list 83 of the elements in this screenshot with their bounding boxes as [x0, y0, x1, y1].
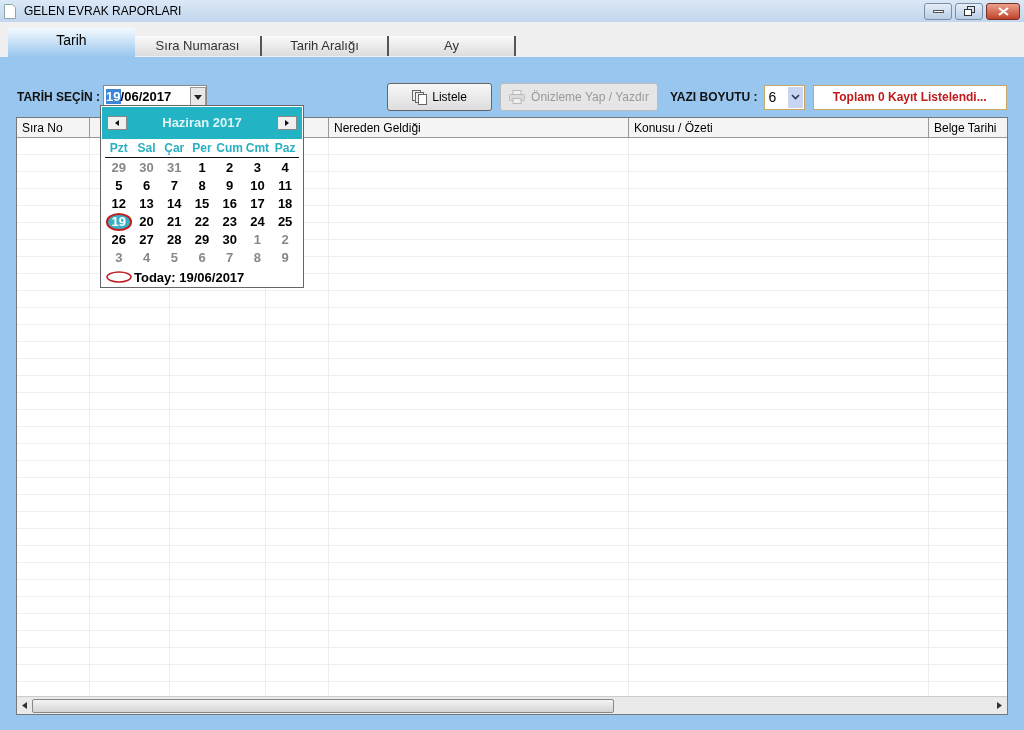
close-icon: [997, 6, 1009, 16]
weekday-label: Paz: [273, 139, 297, 157]
column-header[interactable]: Konusu / Özeti: [629, 118, 929, 137]
right-arrow-icon: [285, 119, 289, 126]
calendar-day[interactable]: 26: [111, 232, 127, 247]
calendar-day[interactable]: 20: [139, 214, 154, 229]
tab[interactable]: Tarih Aralığı: [262, 36, 389, 56]
calendar-day[interactable]: 15: [194, 196, 210, 211]
weekday-label: Pzt: [108, 139, 129, 157]
weekday-label: Per: [191, 139, 213, 157]
weekday-label: Cmt: [244, 139, 271, 157]
printer-icon: [509, 90, 526, 104]
calendar-day[interactable]: 1: [253, 232, 262, 247]
calendar-day[interactable]: 14: [167, 196, 182, 211]
calendar-day[interactable]: 5: [115, 178, 123, 193]
calendar-day[interactable]: 30: [222, 232, 237, 247]
calendar-day[interactable]: 9: [281, 250, 289, 265]
calendar-day[interactable]: 13: [139, 196, 154, 211]
copy-icon: [412, 89, 429, 105]
calendar-day[interactable]: 31: [167, 160, 182, 175]
calendar-day[interactable]: 7: [170, 178, 178, 193]
calendar-day[interactable]: 10: [250, 178, 265, 193]
calendar-day[interactable]: 3: [115, 250, 123, 265]
calendar-day[interactable]: 6: [198, 250, 206, 265]
font-size-select[interactable]: 6: [763, 84, 805, 110]
calendar-day[interactable]: 22: [194, 214, 210, 229]
calendar-day[interactable]: 6: [142, 178, 151, 193]
column-header[interactable]: Belge Tarihi: [929, 118, 1007, 137]
tab[interactable]: Ay: [389, 36, 516, 56]
calendar-day[interactable]: 1: [198, 160, 206, 175]
dropdown-caret-icon[interactable]: [190, 87, 207, 107]
today-marker-icon: [106, 271, 132, 284]
status-field: Toplam 0 Kayıt Listelendi...: [812, 84, 1007, 110]
column-header[interactable]: Sıra No: [17, 118, 90, 137]
tab[interactable]: Tarih: [8, 28, 135, 57]
weekday-label: Sal: [136, 139, 157, 157]
column-header[interactable]: Nereden Geldiği: [329, 118, 629, 137]
calendar-day[interactable]: 4: [142, 250, 151, 265]
weekday-label: Çar: [163, 139, 186, 157]
calendar-day[interactable]: 12: [111, 196, 127, 211]
calendar-day[interactable]: 27: [139, 232, 154, 247]
calendar-day[interactable]: 4: [281, 160, 289, 175]
calendar-day[interactable]: 2: [226, 160, 234, 175]
chevron-down-icon: [787, 86, 803, 108]
restore-button[interactable]: [955, 2, 983, 20]
calendar-day[interactable]: 16: [222, 196, 237, 211]
calendar-day[interactable]: 8: [253, 250, 262, 265]
minimize-button[interactable]: [924, 2, 952, 20]
calendar-day[interactable]: 28: [167, 232, 182, 247]
calendar-day[interactable]: 5: [170, 250, 178, 265]
weekday-label: Cum: [215, 139, 244, 157]
calendar-day[interactable]: 2: [281, 232, 289, 247]
font-size-label: YAZI BOYUTU :: [669, 89, 758, 106]
scroll-left-icon[interactable]: [22, 702, 27, 709]
calendar-month: Haziran 2017: [161, 114, 243, 132]
calendar-day[interactable]: 21: [167, 214, 182, 229]
calendar-day[interactable]: 29: [194, 232, 210, 247]
calendar-day[interactable]: 3: [253, 160, 262, 175]
left-arrow-icon: [115, 119, 119, 126]
list-button[interactable]: Listele: [387, 83, 493, 111]
calendar-day[interactable]: 9: [226, 178, 234, 193]
calendar-day[interactable]: 8: [198, 178, 206, 193]
calendar-day[interactable]: 17: [250, 196, 265, 211]
date-label: TARİH SEÇİN :: [17, 89, 101, 106]
today-link[interactable]: Today: 19/06/2017: [134, 267, 245, 287]
calendar-day[interactable]: 7: [226, 250, 234, 265]
horizontal-scrollbar[interactable]: [17, 696, 1007, 714]
document-icon: [4, 3, 16, 19]
calendar-day[interactable]: 11: [278, 178, 292, 193]
calendar-day[interactable]: 18: [277, 196, 293, 211]
calendar-day[interactable]: 23: [222, 214, 237, 229]
next-month-button[interactable]: [277, 115, 297, 130]
window-title: GELEN EVRAK RAPORLARI: [24, 3, 182, 20]
close-button[interactable]: [986, 2, 1020, 20]
calendar-day[interactable]: 30: [139, 160, 154, 175]
scroll-right-icon[interactable]: [997, 702, 1002, 709]
scroll-thumb[interactable]: [32, 698, 614, 713]
calendar-day[interactable]: 25: [277, 214, 293, 229]
calendar-day[interactable]: 24: [250, 214, 265, 229]
calendar-day[interactable]: 29: [111, 160, 127, 175]
restore-icon: [963, 6, 975, 16]
previous-month-button[interactable]: [107, 115, 127, 130]
tab[interactable]: Sıra Numarası: [135, 36, 262, 56]
